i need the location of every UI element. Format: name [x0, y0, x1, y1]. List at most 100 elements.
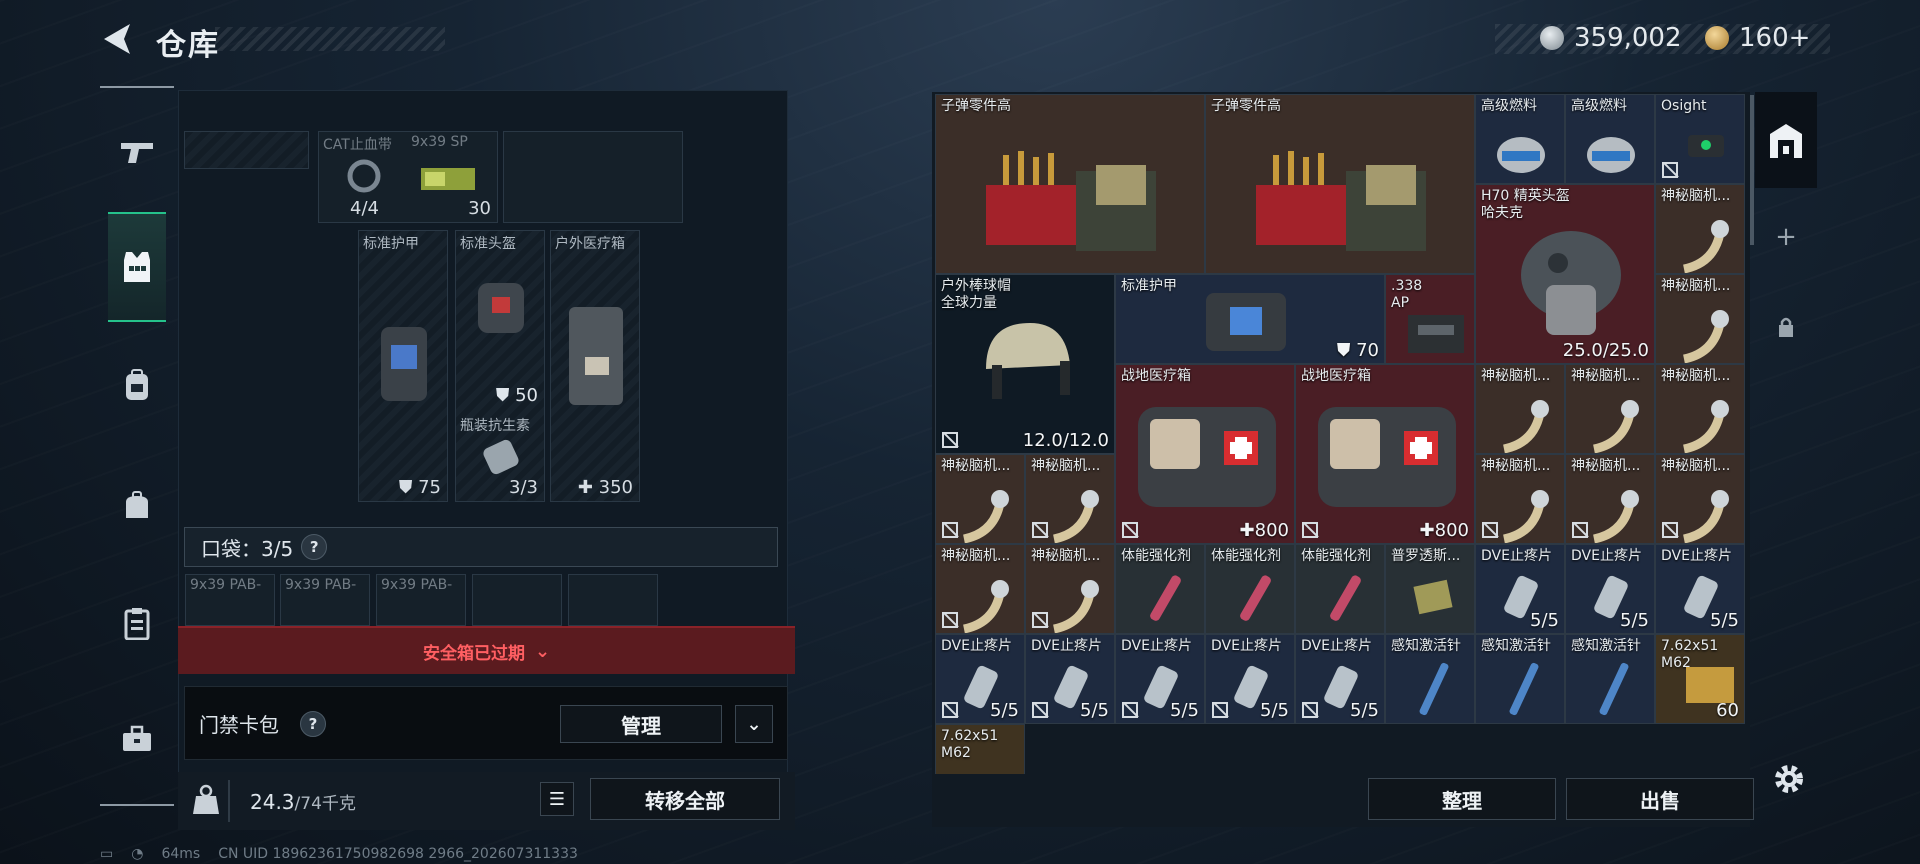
stash-item[interactable]: H70 精英头盔 哈夫克 25.0/25.0 — [1475, 184, 1655, 364]
sort-button[interactable]: 整理 — [1368, 778, 1556, 820]
stash-item[interactable]: DVE止疼片 5/5 — [1025, 634, 1115, 724]
wifi-icon: ◔ — [131, 846, 144, 862]
stash-item[interactable]: 高级燃料 — [1475, 94, 1565, 184]
pocket-slot[interactable]: 9x39 PAB- — [185, 574, 275, 626]
stash-item[interactable]: 普罗透斯... — [1385, 544, 1475, 634]
nav-container[interactable] — [100, 588, 174, 658]
weight-icon — [193, 784, 219, 814]
stash-item[interactable]: DVE止疼片 5/5 — [1655, 544, 1745, 634]
stash-item[interactable]: 神秘脑机... — [935, 454, 1025, 544]
stash-item[interactable]: 体能强化剂 — [1295, 544, 1385, 634]
add-tab-icon[interactable]: + — [1755, 202, 1817, 272]
stash-scrollbar[interactable] — [1750, 95, 1754, 245]
stash-tab-main[interactable] — [1755, 92, 1817, 188]
stash-item[interactable]: 7.62x51 M62 60 — [1655, 634, 1745, 724]
stash-item[interactable]: DVE止疼片 5/5 — [1115, 634, 1205, 724]
armor-durability: ⛊ 75 — [398, 477, 441, 498]
title-decoration — [215, 27, 445, 51]
stash-item[interactable]: 子弹零件高 — [935, 94, 1205, 274]
stash-item[interactable]: 神秘脑机... — [1655, 274, 1745, 364]
manage-button[interactable]: 管理 — [560, 705, 722, 743]
stash-item[interactable]: 神秘脑机... — [1655, 364, 1745, 454]
medbox-slot[interactable]: 户外医疗箱 ✚ 350 — [550, 230, 640, 502]
stash-item[interactable]: 7.62x51 M62 — [935, 724, 1025, 774]
back-arrow-icon[interactable] — [100, 22, 136, 56]
no-insurance-icon — [1122, 702, 1138, 718]
stimulant-syringe-icon — [1150, 575, 1181, 621]
stimulant-syringe-icon — [1330, 575, 1361, 621]
scope-icon — [1688, 135, 1724, 157]
ammo-crate-icon — [1256, 151, 1426, 251]
transfer-all-button[interactable]: 转移全部 — [590, 778, 780, 820]
stash-item[interactable]: 户外棒球帽 全球力量 12.0/12.0 — [935, 274, 1115, 454]
stash-item[interactable]: 神秘脑机... — [935, 544, 1025, 634]
chevron-down-icon[interactable]: ⌄ — [735, 705, 773, 743]
nav-bag[interactable] — [100, 470, 174, 540]
sell-button[interactable]: 出售 — [1566, 778, 1754, 820]
pocket-slot[interactable] — [568, 574, 658, 626]
stash-item[interactable]: DVE止疼片 5/5 — [935, 634, 1025, 724]
stash-item[interactable]: .338 AP — [1385, 274, 1475, 364]
stash-item[interactable]: 标准护甲 ⛊ 70 — [1115, 274, 1385, 364]
weight-bar: 24.3/74千克 ☰ 转移全部 — [178, 772, 795, 830]
nav-toolbox[interactable] — [100, 704, 174, 774]
stash-item[interactable]: 神秘脑机... — [1655, 454, 1745, 544]
stash-item[interactable]: DVE止疼片 5/5 — [1565, 544, 1655, 634]
pocket-slot[interactable]: 9x39 PAB- — [376, 574, 466, 626]
helmet-slot[interactable]: 标准头盔 ⛊ 50 瓶装抗生素 3/3 — [455, 230, 545, 502]
ammo-crate-icon — [986, 151, 1156, 251]
brain-chip-icon — [1592, 490, 1639, 543]
gold-currency-value: 160+ — [1739, 23, 1811, 53]
first-aid-kit-icon — [1138, 407, 1276, 507]
chevron-down-icon: ⌄ — [534, 640, 551, 662]
ammo-box-icon — [1408, 315, 1464, 353]
pocket-slot[interactable] — [472, 574, 562, 626]
stash-item[interactable]: 战地医疗箱 ✚800 — [1295, 364, 1475, 544]
stash-item[interactable]: 神秘脑机... — [1475, 454, 1565, 544]
gold-coin-icon — [1705, 26, 1729, 50]
no-insurance-icon — [1212, 702, 1228, 718]
pocket-help-icon[interactable]: ? — [301, 534, 328, 560]
list-icon[interactable]: ☰ — [540, 782, 574, 816]
armor-slot[interactable]: 标准护甲 ⛊ 75 — [358, 230, 448, 502]
nav-backpack[interactable] — [100, 350, 174, 420]
slot-count: 30 — [468, 198, 491, 219]
stash-item[interactable]: 神秘脑机... — [1025, 454, 1115, 544]
stash-item[interactable]: DVE止疼片 5/5 — [1295, 634, 1385, 724]
stash-item[interactable]: 体能强化剂 — [1115, 544, 1205, 634]
fuel-canister-icon — [1497, 137, 1545, 173]
slot-tourniquet-ammo[interactable]: CAT止血带 9x39 SP 4/4 30 — [318, 131, 498, 223]
battery-icon: ▭ — [100, 846, 114, 862]
stash-tabs: + — [1755, 92, 1820, 827]
pocket-slot[interactable]: 9x39 PAB- — [280, 574, 370, 626]
safe-box-expired-bar[interactable]: 安全箱已过期 ⌄ — [178, 626, 795, 674]
warehouse-icon — [1770, 124, 1802, 158]
gear-icon[interactable] — [1772, 762, 1806, 796]
stash-item[interactable]: Osight — [1655, 94, 1745, 184]
stash-item[interactable]: 感知激活针 — [1565, 634, 1655, 724]
stash-item[interactable]: 感知激活针 — [1475, 634, 1565, 724]
stash-item[interactable]: 体能强化剂 — [1205, 544, 1295, 634]
stash-item[interactable]: 神秘脑机... — [1565, 364, 1655, 454]
stash-item[interactable]: 神秘脑机... — [1475, 364, 1565, 454]
stash-item[interactable]: 神秘脑机... — [1655, 184, 1745, 274]
pocket-bar: 口袋：3/5 ? — [184, 527, 778, 567]
stash-item[interactable]: DVE止疼片 5/5 — [1205, 634, 1295, 724]
stash-item[interactable]: 子弹零件高 — [1205, 94, 1475, 274]
equipment-slot[interactable] — [184, 131, 309, 169]
stash-item[interactable]: 高级燃料 — [1565, 94, 1655, 184]
stash-item[interactable]: 神秘脑机... — [1025, 544, 1115, 634]
slot-label: 瓶装抗生素 — [460, 418, 530, 434]
stash-item[interactable]: 战地医疗箱 ✚800 — [1115, 364, 1295, 544]
stash-item[interactable]: 神秘脑机... — [1565, 454, 1655, 544]
brain-chip-icon — [1682, 310, 1729, 363]
nav-armor[interactable] — [108, 212, 166, 322]
stash-item[interactable]: 感知激活针 — [1385, 634, 1475, 724]
no-insurance-icon — [942, 522, 958, 538]
gold-currency[interactable]: 160+ — [1705, 22, 1810, 54]
empty-slot[interactable] — [503, 131, 683, 223]
locked-tab[interactable] — [1755, 292, 1817, 362]
stash-item[interactable]: DVE止疼片 5/5 — [1475, 544, 1565, 634]
keycard-help-icon[interactable]: ? — [300, 711, 326, 737]
nav-weapons[interactable] — [100, 116, 174, 186]
